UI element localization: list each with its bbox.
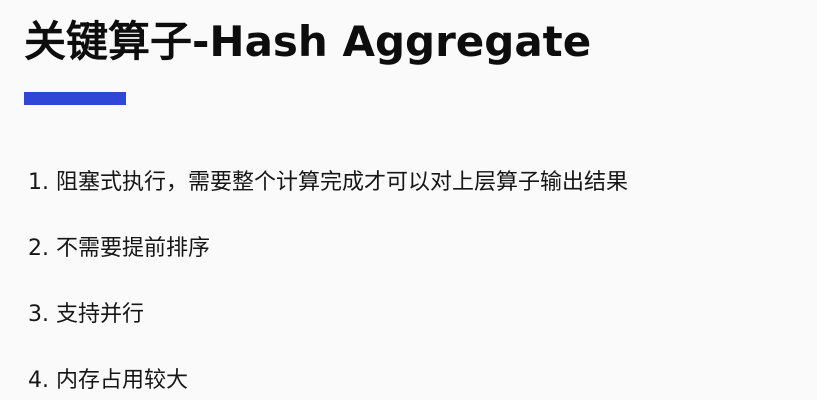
- key-points-list: 1. 阻塞式执行，需要整个计算完成才可以对上层算子输出结果 2. 不需要提前排序 3…: [28, 166, 628, 398]
- key-point-4: 4. 内存占用较大: [28, 364, 628, 398]
- key-point-number: 2.: [28, 236, 49, 261]
- key-point-text: 不需要提前排序: [56, 236, 211, 261]
- key-point-1: 1. 阻塞式执行，需要整个计算完成才可以对上层算子输出结果: [28, 166, 628, 200]
- key-point-text: 阻塞式执行，需要整个计算完成才可以对上层算子输出结果: [56, 170, 629, 195]
- key-point-text: 支持并行: [56, 302, 145, 327]
- slide: 关键算子-Hash Aggregate 1. 阻塞式执行，需要整个计算完成才可以对…: [0, 0, 817, 400]
- key-point-3: 3. 支持并行: [28, 298, 628, 332]
- key-point-number: 1.: [28, 170, 49, 195]
- title-accent-bar: [24, 92, 126, 105]
- key-point-2: 2. 不需要提前排序: [28, 232, 628, 266]
- key-point-number: 3.: [28, 302, 49, 327]
- slide-title: 关键算子-Hash Aggregate: [24, 17, 592, 66]
- key-point-number: 4.: [28, 368, 49, 393]
- key-point-text: 内存占用较大: [56, 368, 189, 393]
